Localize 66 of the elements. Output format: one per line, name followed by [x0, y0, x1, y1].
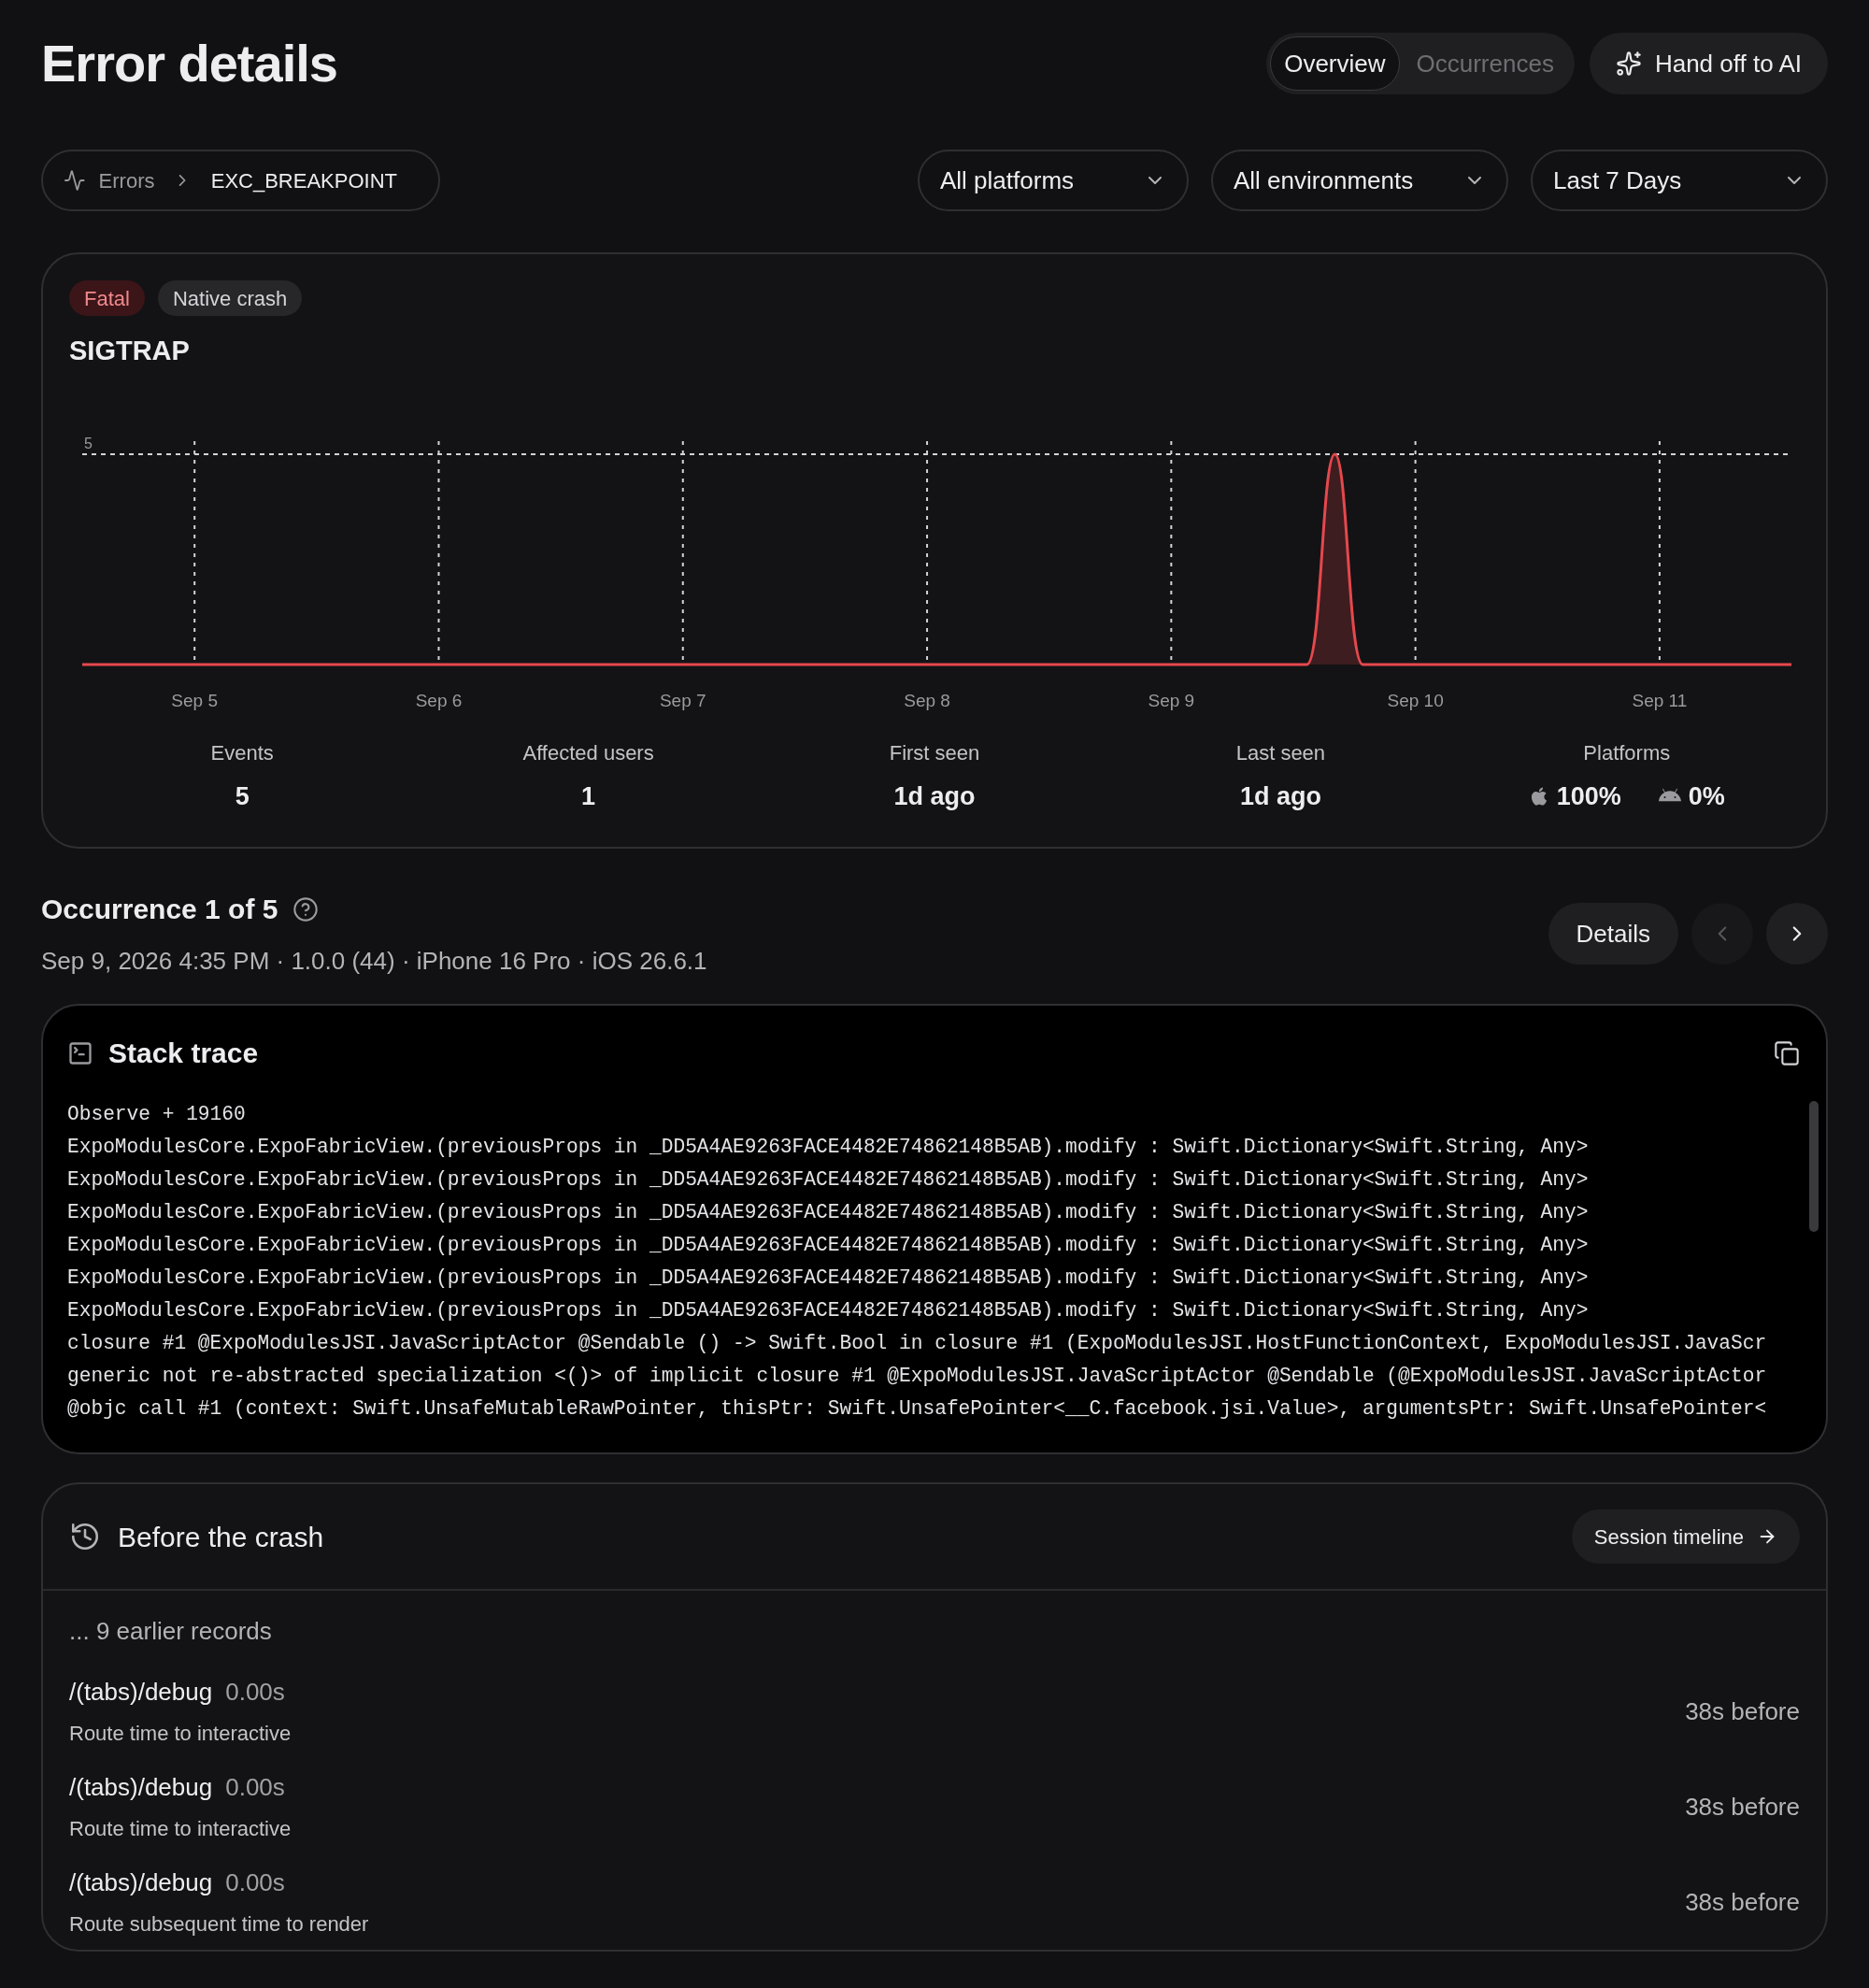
axis-label: Sep 5	[171, 690, 218, 710]
route-duration: 0.00s	[225, 1677, 285, 1708]
axis-label: Sep 7	[659, 690, 706, 710]
route-duration: 0.00s	[225, 1772, 285, 1803]
occurrence-title: Occurrence 1 of 5	[41, 893, 278, 926]
help-icon[interactable]	[292, 895, 320, 922]
route-duration: 0.00s	[225, 1867, 285, 1898]
route-name: /(tabs)/debug	[69, 1867, 213, 1898]
copy-icon[interactable]	[1774, 1039, 1800, 1066]
stack-frame: ExpoModulesCore.ExpoFabricView.(previousProps in _DD5A4AE9263FACE4482E74862148B5AB).modify : Swift.Dictionary<Swift.String, Any>	[67, 1131, 1589, 1164]
earlier-records: ... 9 earlier records	[69, 1617, 272, 1645]
sparkle-icon	[1615, 50, 1642, 77]
stack-frame: @objc call #1 (context: Swift.UnsafeMutableRawPointer, thisPtr: Swift.UnsafePointer<__C.facebook.jsi.Value>, argumentsPtr: Swift.UnsafePointer<	[67, 1393, 1767, 1425]
history-icon	[69, 1521, 101, 1552]
axis-label: Sep 9	[1148, 690, 1195, 710]
stack-frame: ExpoModulesCore.ExpoFabricView.(previousProps in _DD5A4AE9263FACE4482E74862148B5AB).modify : Swift.Dictionary<Swift.String, Any>	[67, 1294, 1589, 1327]
stack-frame: ExpoModulesCore.ExpoFabricView.(previousProps in _DD5A4AE9263FACE4482E74862148B5AB).modify : Swift.Dictionary<Swift.String, Any>	[67, 1229, 1589, 1262]
platform-share: 100%	[1556, 780, 1621, 812]
axis-label: 5	[84, 435, 93, 451]
axis-label: Sep 8	[904, 690, 950, 710]
terminal-icon	[67, 1039, 93, 1066]
section-title: Before the crash	[118, 1520, 324, 1554]
stat-value: 1d ago	[893, 780, 976, 812]
platform-share: 0%	[1688, 780, 1725, 812]
stat-value: 1d ago	[1239, 780, 1321, 812]
stack-frame: generic not re-abstracted specialization <()> of implicit closure #1 @ExpoModulesJSI.JavaScriptActor @Sendable (@ExpoModulesJSI.JavaScriptActor	[67, 1360, 1767, 1393]
occurrence-meta: Sep 9, 2026 4:35 PM · 1.0.0 (44) · iPhone 16 Pro · iOS 26.6.1	[41, 946, 707, 977]
stack-frame: ExpoModulesCore.ExpoFabricView.(previousProps in _DD5A4AE9263FACE4482E74862148B5AB).modify : Swift.Dictionary<Swift.String, Any>	[67, 1196, 1589, 1229]
tag: Fatal	[69, 280, 145, 316]
stack-frame: ExpoModulesCore.ExpoFabricView.(previousProps in _DD5A4AE9263FACE4482E74862148B5AB).modify : Swift.Dictionary<Swift.String, Any>	[67, 1262, 1589, 1294]
session-timeline-button[interactable]: Session timeline	[1571, 1509, 1800, 1564]
tag: Native crash	[157, 280, 303, 316]
details-button[interactable]: Details	[1548, 903, 1678, 965]
filter-dropdown[interactable]: All platforms	[918, 150, 1189, 211]
record-time: 38s before	[1685, 1791, 1800, 1823]
record-time: 38s before	[1685, 1886, 1800, 1918]
route-name: /(tabs)/debug	[69, 1677, 213, 1708]
stat-label: Events	[210, 739, 274, 766]
axis-label: Sep 10	[1387, 690, 1444, 710]
activity-icon	[64, 167, 86, 193]
route-name: /(tabs)/debug	[69, 1772, 213, 1803]
stack-trace-title: Stack trace	[108, 1037, 259, 1070]
filter-dropdown[interactable]: Last 7 Days	[1531, 150, 1828, 211]
record-description: Route subsequent time to render	[69, 1911, 369, 1938]
stat-label: Last seen	[1235, 739, 1326, 766]
view-tab[interactable]: Overview	[1270, 36, 1400, 91]
breadcrumb-current: EXC_BREAKPOINT	[210, 167, 397, 194]
stat-label: First seen	[889, 739, 980, 766]
record-time: 38s before	[1685, 1695, 1800, 1727]
record-description: Route time to interactive	[69, 1816, 292, 1842]
stat-value: 5	[235, 780, 250, 812]
stack-frame: Observe + 19160	[67, 1098, 246, 1131]
stack-frame: closure #1 @ExpoModulesJSI.JavaScriptActor @Sendable () -> Swift.Bool in closure #1 (ExpoModulesJSI.HostFunctionContext, ExpoModulesJSI.JavaScr	[67, 1327, 1767, 1360]
record-description: Route time to interactive	[69, 1721, 292, 1747]
scrollbar[interactable]	[1809, 1101, 1819, 1232]
hand-off-button[interactable]: Hand off to AI	[1589, 33, 1828, 94]
issue-title: SIGTRAP	[69, 335, 191, 367]
stat-value: 1	[581, 780, 596, 812]
stat-label: Affected users	[522, 739, 654, 766]
axis-label: Sep 11	[1632, 690, 1688, 710]
stack-frame: ExpoModulesCore.ExpoFabricView.(previousProps in _DD5A4AE9263FACE4482E74862148B5AB).modify : Swift.Dictionary<Swift.String, Any>	[67, 1164, 1589, 1196]
stat-label: Platforms	[1583, 739, 1671, 766]
page-title: Error details	[41, 33, 337, 94]
axis-label: Sep 6	[415, 690, 463, 710]
filter-dropdown[interactable]: All environments	[1211, 150, 1508, 211]
breadcrumb-link[interactable]: Errors	[98, 164, 155, 196]
